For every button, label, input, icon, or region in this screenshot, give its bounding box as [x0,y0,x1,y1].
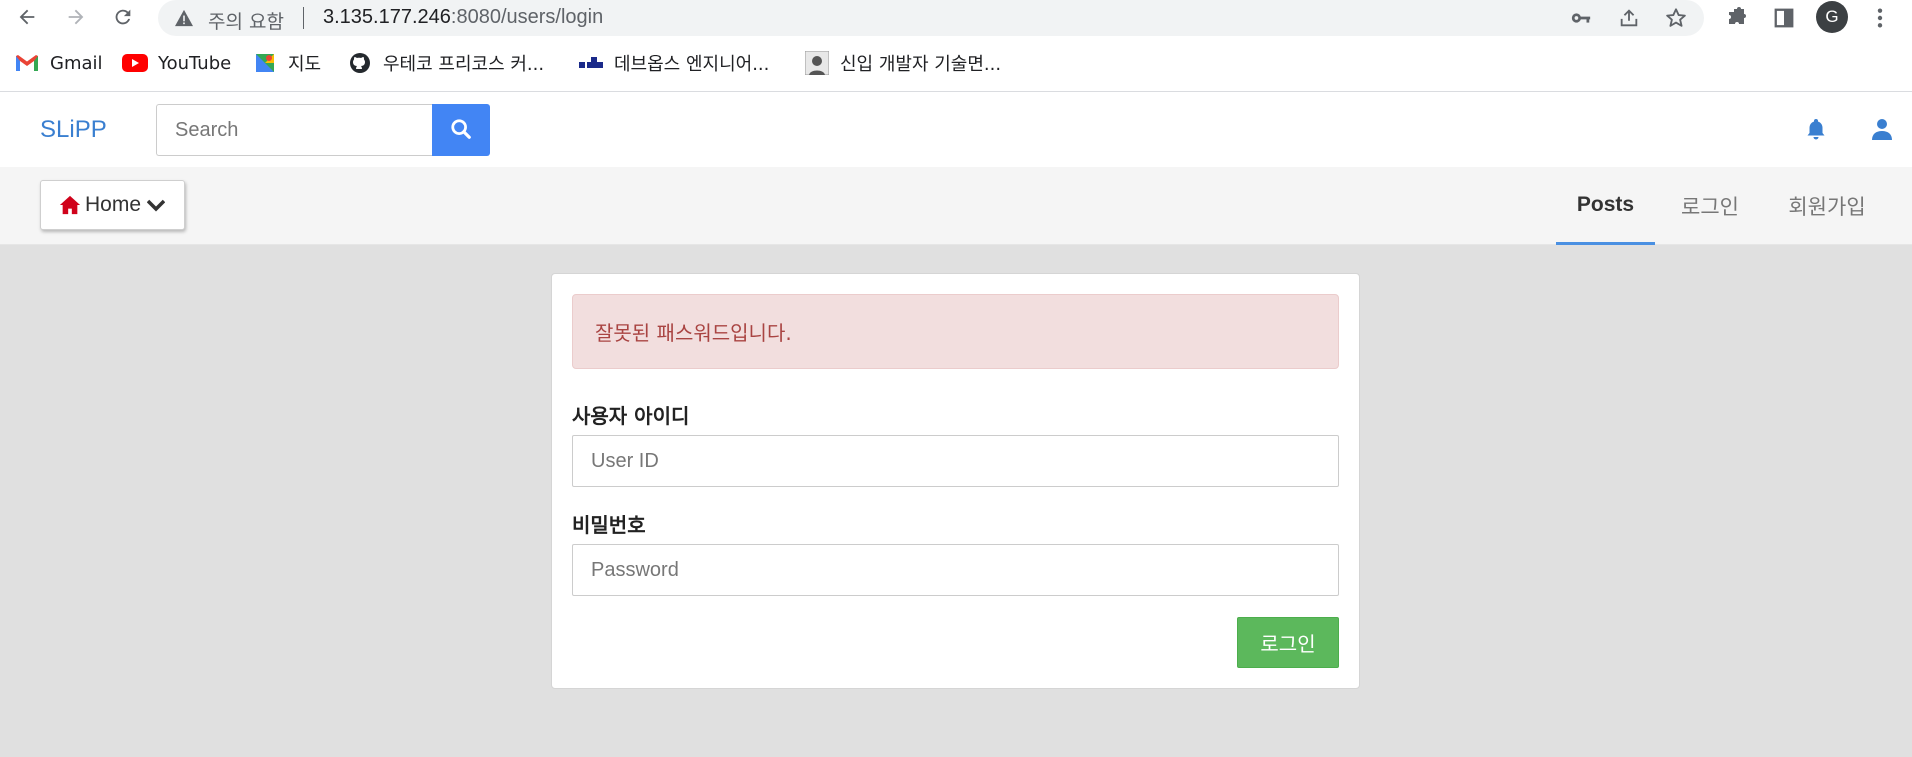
warning-icon[interactable] [174,9,194,31]
browser-toolbar: 주의 요함 3.135.177.246:8080/users/login G [0,0,1912,36]
star-icon[interactable] [1664,6,1688,30]
home-label: Home [85,193,142,216]
bookmark-label: Gmail [50,52,103,74]
security-label[interactable]: 주의 요함 [208,7,284,34]
gmail-icon [14,50,40,76]
app-navbar: SLiPP [0,92,1912,167]
password-input[interactable] [572,544,1339,596]
bookmark-maps[interactable]: 지도 [252,47,321,79]
url-text[interactable]: 3.135.177.246:8080/users/login [323,6,603,29]
address-separator [303,7,304,29]
share-icon[interactable] [1617,6,1641,30]
brand-logo[interactable]: SLiPP [40,116,107,144]
userid-input[interactable] [572,435,1339,487]
bell-icon[interactable] [1803,116,1829,142]
error-alert: 잘못된 패스워드입니다. [572,294,1339,369]
side-panel-icon[interactable] [1770,4,1798,32]
bookmark-label: 우테코 프리코스 커... [383,54,545,75]
login-submit-button[interactable]: 로그인 [1237,617,1339,668]
bookmark-github[interactable]: 우테코 프리코스 커... [347,47,544,79]
bookmark-label: 지도 [288,54,322,75]
github-icon [347,50,373,76]
avatar-thumb-icon [804,50,830,76]
youtube-icon [122,50,148,76]
bookmarks-bar: Gmail YouTube 지도 우테코 프리코스 커... 데브옵스 엔지니어… [0,47,1912,81]
search-icon [450,118,472,143]
userid-label: 사용자 아이디 [572,404,690,428]
forward-arrow-icon[interactable] [61,2,91,32]
bookmark-label: 신입 개발자 기술면... [840,54,1002,75]
bookmark-label: YouTube [158,52,232,74]
reload-icon[interactable] [108,2,138,32]
search-button[interactable] [432,104,490,156]
profile-avatar[interactable]: G [1816,1,1848,33]
login-panel: 잘못된 패스워드입니다. 사용자 아이디 비밀번호 로그인 [551,273,1360,689]
devops-icon [578,50,604,76]
tab-login[interactable]: 로그인 [1668,167,1752,245]
bookmark-interview[interactable]: 신입 개발자 기술면... [804,47,1001,79]
tab-posts[interactable]: Posts [1556,167,1655,245]
tab-signup[interactable]: 회원가입 [1772,167,1882,245]
user-icon[interactable] [1868,115,1896,143]
back-arrow-icon[interactable] [12,2,42,32]
bookmark-gmail[interactable]: Gmail [14,47,103,79]
bookmark-youtube[interactable]: YouTube [122,47,231,79]
bookmark-label: 데브옵스 엔지니어... [614,54,770,75]
key-icon[interactable] [1569,6,1593,30]
home-dropdown-button[interactable]: Home [40,180,185,230]
puzzle-icon[interactable] [1723,4,1751,32]
kebab-menu-icon[interactable] [1866,4,1894,32]
search-input[interactable] [156,104,433,156]
browser-chrome: 주의 요함 3.135.177.246:8080/users/login G G… [0,0,1912,92]
home-icon [59,194,81,216]
maps-icon [252,50,278,76]
chevron-down-icon [147,198,166,212]
sub-navbar: Home Posts 로그인 회원가입 [0,167,1912,245]
url-path: :8080/users/login [450,6,604,28]
address-bar[interactable]: 주의 요함 3.135.177.246:8080/users/login [158,0,1704,36]
password-label: 비밀번호 [572,513,646,537]
bookmark-devops[interactable]: 데브옵스 엔지니어... [578,47,769,79]
url-host: 3.135.177.246 [323,6,451,28]
